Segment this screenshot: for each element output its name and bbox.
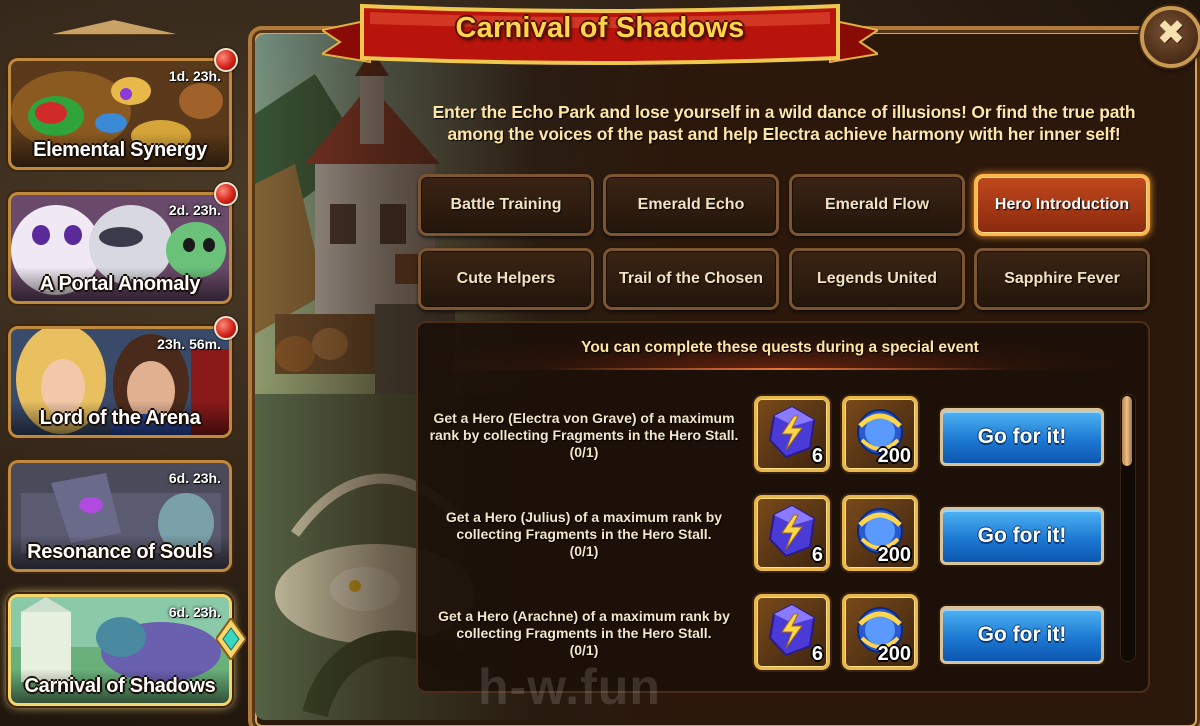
event-timer: 23h. 56m. — [157, 336, 221, 352]
reward-quantity: 200 — [877, 544, 911, 566]
quest-text: Get a Hero (Arachne) of a maximum rank b… — [438, 608, 730, 641]
reward-slot[interactable]: 6 — [754, 495, 830, 571]
event-card-lord-of-the-arena[interactable]: 23h. 56m. Lord of the Arena — [8, 326, 232, 438]
reward-slot[interactable]: 6 — [754, 594, 830, 670]
go-for-it-button[interactable]: Go for it! — [940, 606, 1104, 664]
reward-slot[interactable]: 200 — [842, 594, 918, 670]
event-card-resonance-of-souls[interactable]: 6d. 23h. Resonance of Souls — [8, 460, 232, 572]
quest-description: Get a Hero (Arachne) of a maximum rank b… — [424, 608, 744, 659]
notification-badge — [214, 316, 238, 340]
game-screen: 1d. 23h. Elemental Synergy 2d. 23h. A Po… — [0, 0, 1200, 726]
quest-description: Get a Hero (Electra von Grave) of a maxi… — [424, 410, 744, 461]
quest-scrollbar-thumb[interactable] — [1122, 396, 1132, 466]
reward-quantity: 200 — [877, 445, 911, 467]
notification-badge — [214, 48, 238, 72]
reward-slot[interactable]: 200 — [842, 396, 918, 472]
quest-progress: (0/1) — [569, 444, 599, 460]
quest-list-header: You can complete these quests during a s… — [430, 334, 1130, 370]
event-timer: 6d. 23h. — [168, 604, 221, 620]
tab-battle-training[interactable]: Battle Training — [418, 174, 594, 236]
scroll-up-arrow-icon[interactable] — [52, 20, 176, 34]
event-sidebar: 1d. 23h. Elemental Synergy 2d. 23h. A Po… — [0, 0, 250, 726]
event-name: Elemental Synergy — [33, 139, 207, 161]
quest-row: Get a Hero (Julius) of a maximum rank by… — [424, 495, 1124, 575]
quest-text: Get a Hero (Electra von Grave) of a maxi… — [429, 410, 739, 443]
reward-slot[interactable]: 200 — [842, 495, 918, 571]
event-timer: 2d. 23h. — [168, 202, 221, 218]
reward-quantity: 6 — [811, 445, 823, 467]
tab-emerald-echo[interactable]: Emerald Echo — [603, 174, 779, 236]
reward-slot[interactable]: 6 — [754, 396, 830, 472]
notification-badge — [214, 182, 238, 206]
tab-trail-of-the-chosen[interactable]: Trail of the Chosen — [603, 248, 779, 310]
close-button[interactable]: ✖ — [1140, 6, 1200, 68]
tab-sapphire-fever[interactable]: Sapphire Fever — [974, 248, 1150, 310]
go-for-it-button[interactable]: Go for it! — [940, 408, 1104, 466]
page-title: Carnival of Shadows — [455, 12, 745, 44]
watermark: h-w.fun — [478, 659, 661, 715]
quest-text: Get a Hero (Julius) of a maximum rank by… — [445, 509, 723, 542]
close-icon: ✖ — [1156, 14, 1186, 52]
event-card-elemental-synergy[interactable]: 1d. 23h. Elemental Synergy — [8, 58, 232, 170]
event-card-carnival-of-shadows[interactable]: 6d. 23h. Carnival of Shadows — [8, 594, 232, 706]
go-for-it-button[interactable]: Go for it! — [940, 507, 1104, 565]
event-name: A Portal Anomaly — [39, 273, 201, 295]
reward-quantity: 200 — [877, 643, 911, 665]
event-name: Lord of the Arena — [39, 407, 201, 429]
event-name: Resonance of Souls — [27, 541, 213, 563]
quest-description: Get a Hero (Julius) of a maximum rank by… — [424, 509, 744, 560]
tab-hero-introduction[interactable]: Hero Introduction — [974, 174, 1150, 236]
selected-indicator-gem-icon — [216, 618, 246, 660]
quest-progress: (0/1) — [569, 642, 599, 658]
event-description: Enter the Echo Park and lose yourself in… — [432, 102, 1136, 144]
tab-legends-united[interactable]: Legends United — [789, 248, 965, 310]
reward-quantity: 6 — [811, 643, 823, 665]
event-timer: 1d. 23h. — [168, 68, 221, 84]
quest-progress: (0/1) — [569, 543, 599, 559]
event-timer: 6d. 23h. — [168, 470, 221, 486]
tab-emerald-flow[interactable]: Emerald Flow — [789, 174, 965, 236]
event-card-a-portal-anomaly[interactable]: 2d. 23h. A Portal Anomaly — [8, 192, 232, 304]
event-name: Carnival of Shadows — [24, 675, 216, 697]
tab-cute-helpers[interactable]: Cute Helpers — [418, 248, 594, 310]
reward-quantity: 6 — [811, 544, 823, 566]
quest-row: Get a Hero (Electra von Grave) of a maxi… — [424, 396, 1124, 476]
